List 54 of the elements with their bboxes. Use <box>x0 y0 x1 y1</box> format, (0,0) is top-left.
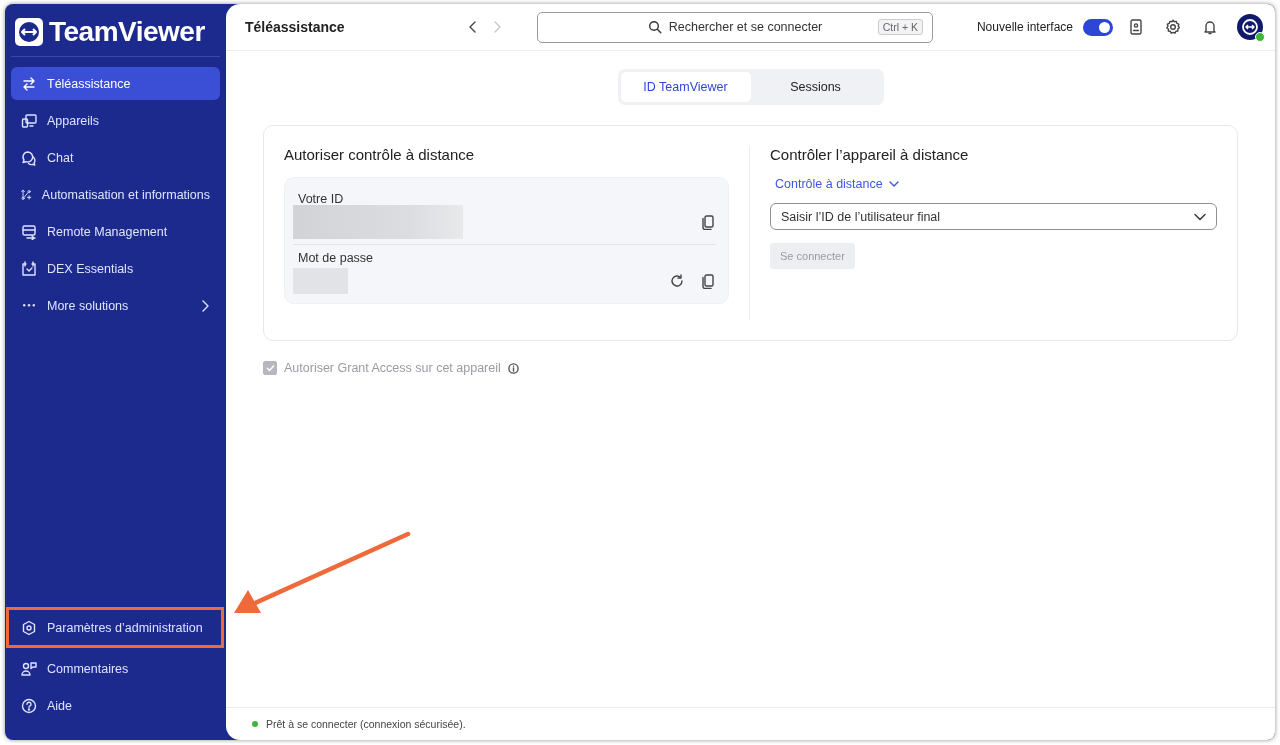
info-icon <box>507 362 519 374</box>
status-text: Prêt à se connecter (connexion sécurisée). <box>266 718 466 730</box>
search-icon <box>647 20 662 34</box>
mode-dropdown[interactable]: Contrôle à distance <box>775 177 899 191</box>
refresh-icon <box>670 274 684 288</box>
checkbox-label: Autoriser Grant Access sur cet appareil <box>284 361 501 375</box>
monitor-icon <box>21 112 37 129</box>
help-icon <box>21 697 37 714</box>
toggle-label: Nouvelle interface <box>976 20 1073 34</box>
sidebar-item[interactable]: DEX Essentials <box>11 252 220 285</box>
copy-button[interactable] <box>700 271 716 291</box>
chevron-left-icon <box>469 21 477 33</box>
tab[interactable]: ID TeamViewer <box>620 72 751 102</box>
checklist-icon <box>21 260 37 277</box>
refresh-button[interactable] <box>668 272 686 290</box>
section-title: Autoriser contrôle à distance <box>284 146 476 163</box>
sidebar-item[interactable]: Commentaires <box>11 652 220 685</box>
shortcut-hint: Ctrl + K <box>877 19 923 35</box>
section-title: Contrôler l’appareil à distance <box>770 146 970 163</box>
sidebar-item[interactable]: More solutions <box>11 289 220 322</box>
logo-text: TeamViewer <box>49 16 205 48</box>
chevron-down-icon <box>1194 212 1206 221</box>
screen-icon <box>21 223 37 240</box>
sidebar-item[interactable]: Remote Management <box>11 215 220 248</box>
sidebar-item[interactable]: Chat <box>11 141 220 174</box>
sidebar-item[interactable]: Appareils <box>11 104 220 137</box>
search-field[interactable]: Rechercher et se connecter Ctrl + K <box>537 11 933 43</box>
settings-icon <box>21 619 37 636</box>
chat-bubbles-icon <box>21 149 37 166</box>
sidebar-item[interactable]: Automatisation et informations <box>11 178 220 211</box>
dots-icon <box>23 304 35 307</box>
copy-icon <box>702 214 714 230</box>
logo-icon <box>15 18 43 46</box>
sidebar-item[interactable]: Paramètres d’administration <box>11 611 219 644</box>
people-icon <box>21 660 37 677</box>
chevron-right-icon <box>200 299 210 312</box>
partner-id-field[interactable]: Saisir l’ID de l’utilisateur final <box>770 203 1217 230</box>
sidebar-item[interactable]: Téléassistance <box>11 67 220 100</box>
contact-card-icon <box>1129 19 1143 35</box>
bell-icon <box>1203 19 1217 35</box>
copy-icon <box>702 273 714 289</box>
field-label: Votre ID <box>298 192 345 206</box>
toggle-switch[interactable] <box>1083 18 1113 36</box>
swap-arrows-icon <box>21 75 37 92</box>
settings-icon <box>1165 19 1181 35</box>
chevron-down-icon <box>888 180 899 188</box>
search-placeholder: Rechercher et se connecter <box>668 20 823 34</box>
user-avatar[interactable] <box>1237 14 1263 40</box>
tab[interactable]: Sessions <box>750 72 881 102</box>
copy-button[interactable] <box>700 212 716 232</box>
field-label: Mot de passe <box>298 251 375 265</box>
sidebar-item[interactable]: Aide <box>11 689 220 722</box>
page-title: Téléassistance <box>245 19 346 35</box>
chevron-right-icon <box>493 21 501 33</box>
